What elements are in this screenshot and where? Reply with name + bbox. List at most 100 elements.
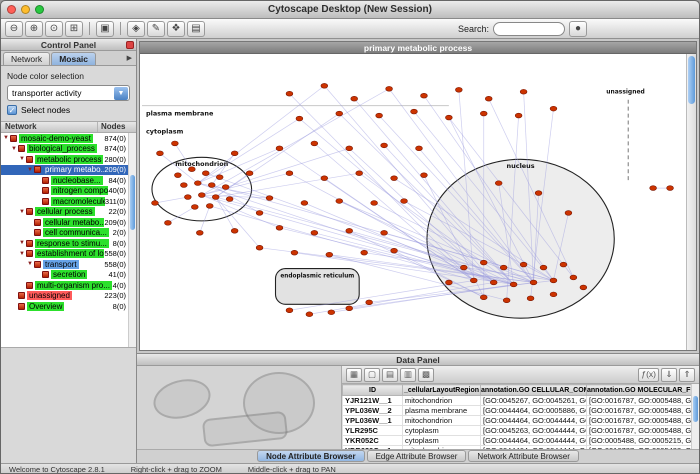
tree-row[interactable]: ▼transport558(0)	[1, 259, 136, 270]
network-node[interactable]	[527, 296, 534, 301]
network-node[interactable]	[286, 91, 293, 96]
network-node[interactable]	[480, 111, 487, 116]
network-node[interactable]	[346, 228, 353, 233]
zoom-out-icon[interactable]: ⊖	[5, 21, 23, 37]
network-edge[interactable]	[198, 86, 325, 183]
network-node[interactable]	[356, 171, 363, 176]
column-header[interactable]: ID	[343, 385, 403, 396]
network-node[interactable]	[480, 260, 487, 265]
select-nodes-checkbox-row[interactable]: ✓ Select nodes	[7, 105, 130, 115]
table-cell[interactable]: plasma membrane	[403, 406, 481, 416]
delete-attribute-icon[interactable]: ▩	[418, 368, 434, 382]
expand-icon[interactable]: ▼	[3, 135, 10, 141]
network-node[interactable]	[495, 181, 502, 186]
export-attributes-icon[interactable]: ⇑	[679, 368, 695, 382]
network-node[interactable]	[256, 245, 263, 250]
network-node[interactable]	[206, 204, 213, 209]
select-attributes-icon[interactable]: ▦	[346, 368, 362, 382]
network-node[interactable]	[301, 201, 308, 206]
table-row[interactable]: YJR121W__1mitochondrion[GO:0045267, GO:0…	[343, 396, 693, 406]
network-node[interactable]	[515, 113, 522, 118]
tree-row[interactable]: multi-organism pro...4(0)	[1, 280, 136, 291]
table-cell[interactable]: mitochondrion	[403, 416, 481, 426]
network-node[interactable]	[386, 86, 393, 91]
network-node[interactable]	[165, 220, 172, 225]
tree-scrollbar[interactable]	[128, 133, 136, 347]
network-node[interactable]	[480, 295, 487, 300]
network-node[interactable]	[208, 183, 215, 188]
network-overview-thumbnail[interactable]	[137, 366, 342, 449]
expand-icon[interactable]: ▼	[19, 209, 26, 215]
tab-mosaic[interactable]: Mosaic	[51, 52, 96, 65]
tree-row[interactable]: ▼response to stimu...8(0)	[1, 238, 136, 249]
network-node[interactable]	[196, 230, 203, 235]
table-cell[interactable]: YPL036W__2	[343, 406, 403, 416]
network-node[interactable]	[212, 195, 219, 200]
import-attributes-icon[interactable]: ⇓	[661, 368, 677, 382]
network-canvas[interactable]: plasma membranecytoplasmmitochondrionnuc…	[140, 54, 686, 350]
network-node[interactable]	[328, 310, 335, 315]
tree-row[interactable]: nitrogen compo...40(0)	[1, 186, 136, 197]
table-scrollbar[interactable]	[691, 384, 699, 449]
network-node[interactable]	[184, 195, 191, 200]
network-node[interactable]	[455, 87, 462, 92]
zoom-selected-icon[interactable]: ⊙	[45, 21, 63, 37]
network-node[interactable]	[565, 211, 572, 216]
table-cell[interactable]: [GO:0016787, GO:0005488, GO:0005215, GO:…	[587, 426, 693, 436]
select-columns-icon[interactable]: ▥	[400, 368, 416, 382]
tab-node-attribute-browser[interactable]: Node Attribute Browser	[257, 450, 365, 462]
table-cell[interactable]: [GO:0045267, GO:0045261, GO:0044444, G..…	[481, 396, 587, 406]
network-node[interactable]	[291, 250, 298, 255]
table-cell[interactable]: [GO:0045263, GO:0044444, GO:0044424, G..…	[481, 426, 587, 436]
network-node[interactable]	[421, 173, 428, 178]
tree-row[interactable]: ▼biological_process874(0)	[1, 144, 136, 155]
network-node[interactable]	[520, 262, 527, 267]
network-node[interactable]	[391, 176, 398, 181]
column-header[interactable]: annotation.GO MOLECULAR_FUNCTION	[587, 385, 693, 396]
tree-col-network[interactable]: Network	[1, 122, 98, 132]
column-header[interactable]: _cellularLayoutRegion	[403, 385, 481, 396]
first-neighbors-icon[interactable]: ◈	[127, 21, 145, 37]
table-cell[interactable]: [GO:0044464, GO:0005886, GO:0044444, G..…	[481, 406, 587, 416]
network-node[interactable]	[311, 141, 318, 146]
network-node[interactable]	[321, 83, 328, 88]
table-row[interactable]: YKR052Ccytoplasm[GO:0044464, GO:0044444,…	[343, 436, 693, 446]
expand-icon[interactable]: ▼	[19, 156, 26, 162]
table-cell[interactable]: cytoplasm	[403, 426, 481, 436]
table-cell[interactable]: [GO:0005488, GO:0005215, GO:0015075, G..…	[587, 436, 693, 446]
search-input[interactable]	[493, 22, 565, 36]
tab-network[interactable]: Network	[3, 52, 50, 65]
table-cell[interactable]: [GO:0016787, GO:0005488, GO:0005215, G..…	[587, 446, 693, 450]
annotation-icon[interactable]: ✎	[147, 21, 165, 37]
table-cell[interactable]: mitochondrion	[403, 396, 481, 406]
network-node[interactable]	[276, 225, 283, 230]
tree-row[interactable]: nucleobase...84(0)	[1, 175, 136, 186]
window-zoom-button[interactable]	[35, 5, 44, 14]
network-vertical-scrollbar[interactable]	[686, 54, 696, 350]
expand-icon[interactable]: ▼	[27, 167, 34, 173]
network-node[interactable]	[174, 173, 181, 178]
network-node[interactable]	[667, 186, 674, 191]
network-node[interactable]	[381, 230, 388, 235]
network-node[interactable]	[202, 171, 209, 176]
tree-row[interactable]: unassigned223(0)	[1, 291, 136, 302]
network-node[interactable]	[198, 193, 205, 198]
table-cell[interactable]: YJR121W__1	[343, 396, 403, 406]
table-cell[interactable]: YLR295C	[343, 426, 403, 436]
network-svg[interactable]: plasma membranecytoplasmmitochondrionnuc…	[140, 54, 686, 350]
network-edge[interactable]	[155, 197, 188, 203]
table-cell[interactable]: mitochondrion	[403, 446, 481, 450]
network-edge[interactable]	[216, 173, 359, 197]
network-node[interactable]	[445, 280, 452, 285]
table-cell[interactable]: [GO:0044464, GO:0044444, GO:0044424, G..…	[481, 436, 587, 446]
network-node[interactable]	[321, 176, 328, 181]
network-node[interactable]	[371, 201, 378, 206]
tree-col-nodes[interactable]: Nodes	[98, 122, 136, 132]
table-cell[interactable]: [GO:0016787, GO:0005488, GO:0005215, G..…	[587, 416, 693, 426]
network-edge[interactable]	[216, 197, 260, 248]
network-node[interactable]	[226, 197, 233, 202]
tree-row[interactable]: secretion41(0)	[1, 270, 136, 281]
network-node[interactable]	[580, 285, 587, 290]
network-node[interactable]	[336, 199, 343, 204]
tree-row[interactable]: Overview8(0)	[1, 301, 136, 312]
